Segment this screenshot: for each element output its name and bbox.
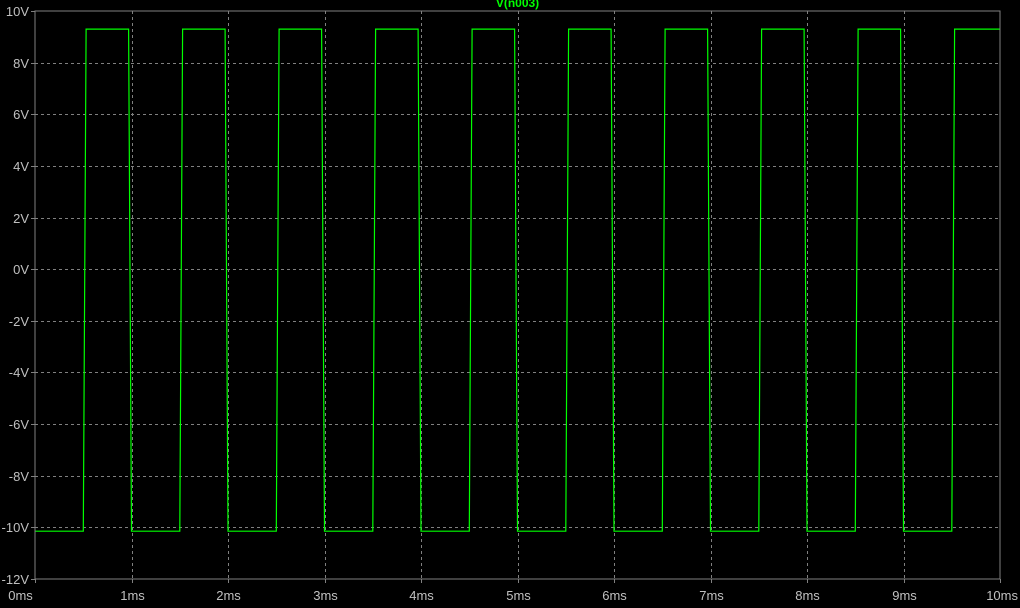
x-tick-label: 8ms (795, 588, 820, 603)
y-tick-label: 8V (13, 56, 29, 71)
x-tick-label: 9ms (892, 588, 917, 603)
y-tick-label: -4V (9, 365, 30, 380)
x-tick-label: 2ms (216, 588, 241, 603)
y-tick-label: 2V (13, 211, 29, 226)
y-tick-label: -10V (2, 520, 30, 535)
x-tick-label: 7ms (699, 588, 724, 603)
y-tick-label: -2V (9, 314, 30, 329)
y-tick-label: -8V (9, 469, 30, 484)
x-tick-label: 1ms (120, 588, 145, 603)
y-tick-label: 4V (13, 159, 29, 174)
y-tick-label: 10V (6, 4, 29, 19)
trace-title[interactable]: V(n003) (496, 0, 539, 10)
x-tick-label: 10ms (986, 588, 1018, 603)
x-tick-label: 6ms (602, 588, 627, 603)
x-tick-label: 3ms (313, 588, 338, 603)
plot-background (0, 0, 1020, 608)
y-tick-label: -12V (2, 572, 30, 587)
y-tick-label: -6V (9, 417, 30, 432)
x-tick-label: 0ms (8, 588, 33, 603)
y-tick-label: 6V (13, 107, 29, 122)
x-tick-label: 5ms (506, 588, 531, 603)
y-tick-label: 0V (13, 262, 29, 277)
waveform-plot: 10V 8V 6V 4V 2V 0V -2V -4V -6V -8V -10V -12V 0ms 1ms… (0, 0, 1020, 608)
x-tick-label: 4ms (409, 588, 434, 603)
